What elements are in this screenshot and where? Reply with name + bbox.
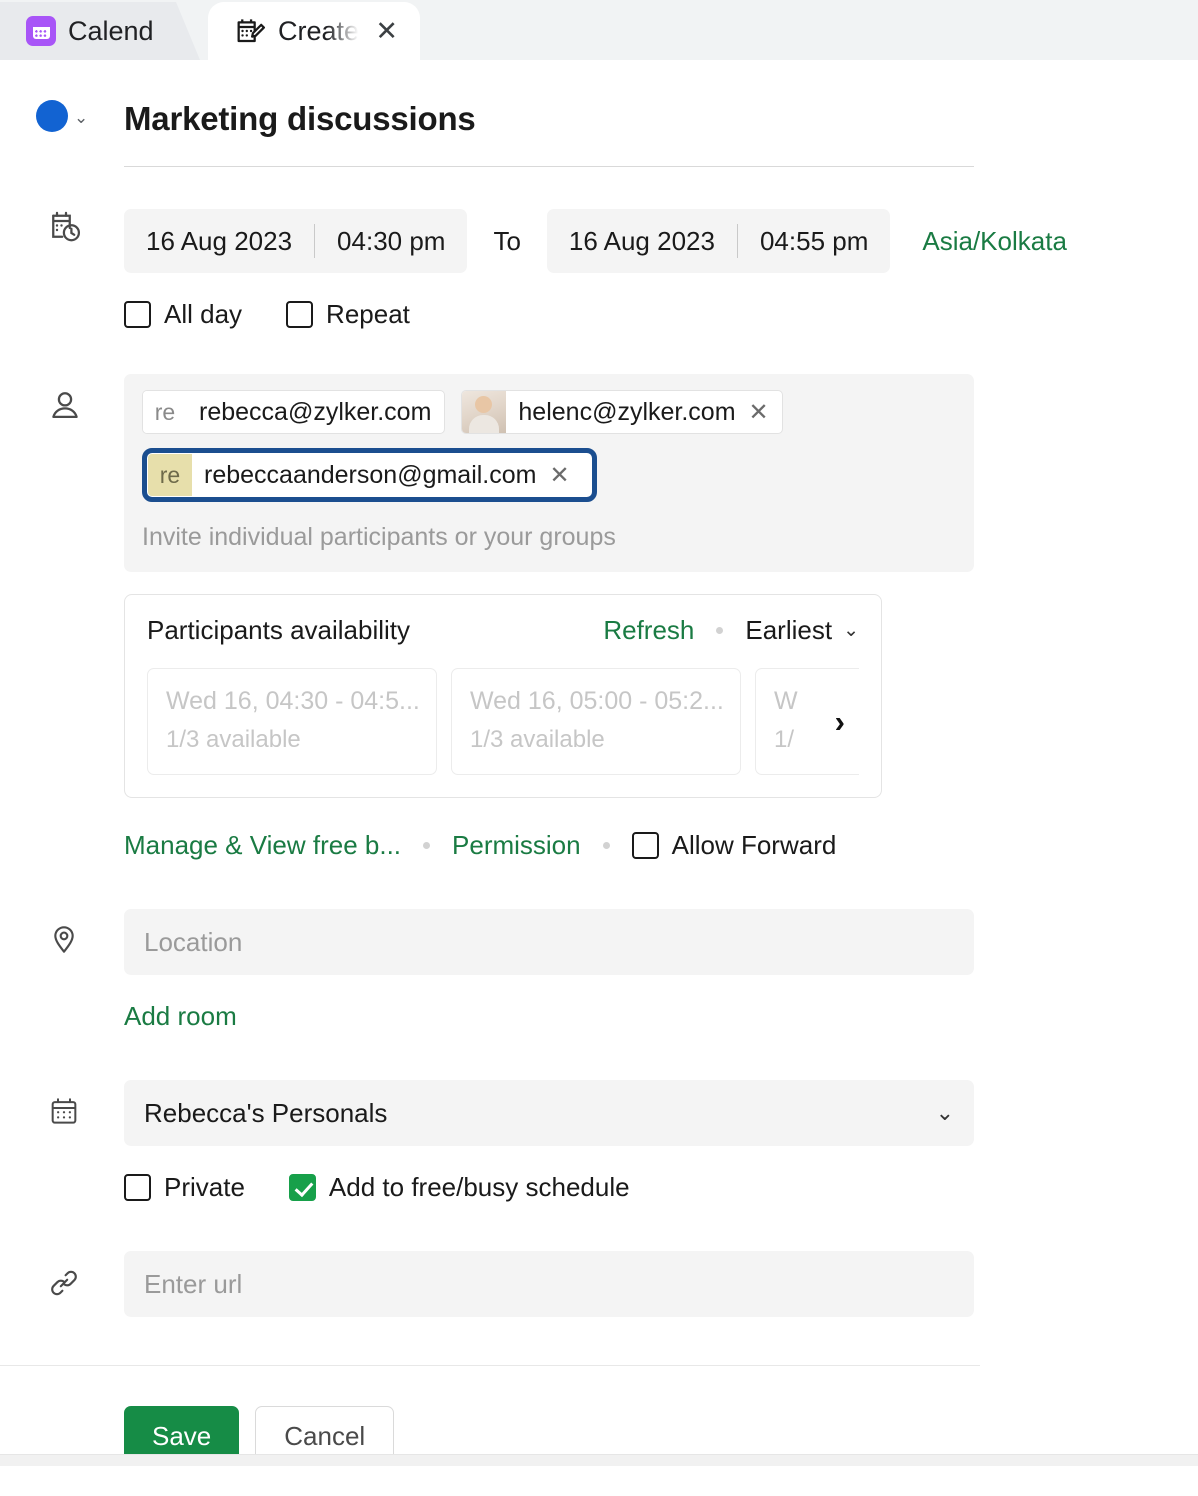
event-color-picker[interactable]: ⌄ [0,100,88,132]
checkbox-box-checked[interactable] [288,1174,316,1201]
availability-slot-list: Wed 16, 04:30 - 04:5... 1/3 available We… [147,668,859,775]
title-underline [124,166,974,167]
calendar-app-icon [26,16,56,46]
separator-dot [423,842,431,849]
slot-range: Wed 16, 05:00 - 05:2... [470,687,722,715]
browser-tab-label: Calend [68,15,154,46]
location-placeholder: Location [144,926,243,957]
checkbox-box[interactable] [631,832,659,859]
person-icon [48,388,82,427]
avatar: re [148,454,192,496]
checkbox-box[interactable] [124,301,151,328]
browser-tab-calendar[interactable]: Calend [0,2,200,60]
calendar-selected-value: Rebecca's Personals [144,1097,388,1128]
calendar-select[interactable]: Rebecca's Personals ⌄ [124,1080,974,1146]
calendar-row: Rebecca's Personals ⌄ Private Add to fre… [0,1080,1198,1203]
url-input[interactable]: Enter url [124,1251,974,1317]
calendar-icon [48,1096,80,1133]
browser-tab-label-wrap: Create E [278,15,362,47]
participant-chip-selected[interactable]: re rebeccaanderson@gmail.com ✕ [142,448,597,502]
separator-dot [716,627,724,634]
location-input[interactable]: Location [124,909,974,975]
manage-view-free-busy-link[interactable]: Manage & View free b... [124,830,401,861]
event-title-row: ⌄ Marketing discussions [0,100,1198,167]
private-label: Private [164,1172,245,1202]
url-placeholder: Enter url [144,1268,243,1299]
participant-chip[interactable]: re rebecca@zylker.com [142,390,446,434]
availability-slot[interactable]: Wed 16, 05:00 - 05:2... 1/3 available [451,668,741,775]
remove-participant-icon[interactable]: ✕ [549,461,582,490]
repeat-label: Repeat [326,299,410,329]
event-title-input[interactable]: Marketing discussions [124,100,1168,150]
start-datetime-field[interactable]: 16 Aug 2023 04:30 pm [124,209,468,273]
participant-email: helenc@zylker.com [518,397,736,426]
slot-range: Wed 16, 04:30 - 04:5... [166,687,418,715]
create-event-icon [234,15,266,47]
location-row: Location Add room [0,909,1198,1032]
permission-link[interactable]: Permission [452,830,581,861]
availability-slot[interactable]: Wed 16, 04:30 - 04:5... 1/3 available [147,668,437,775]
browser-tab-label: Create E [278,15,361,46]
next-slots-chevron-icon[interactable]: › [835,704,845,740]
chevron-down-icon: ⌄ [843,620,859,641]
create-event-form: ⌄ Marketing discussions 16 Aug 2023 04:3… [0,100,1198,1466]
end-date-input[interactable]: 16 Aug 2023 [547,226,737,257]
participant-email: rebecca@zylker.com [199,397,432,426]
participants-box[interactable]: re rebecca@zylker.com helenc@zylker.com … [124,374,974,572]
event-meta-links: Manage & View free b... Permission Allow… [124,830,1168,861]
checkbox-box[interactable] [286,301,314,328]
availability-title: Participants availability [147,615,411,645]
event-schedule-row: 16 Aug 2023 04:30 pm To 16 Aug 2023 04:5… [0,209,1198,330]
availability-sort-dropdown[interactable]: Earliest ⌄ [745,615,859,646]
event-color-dot[interactable] [36,100,68,132]
schedule-options: All day Repeat [124,299,1168,330]
browser-tab-strip: Calend Create E ✕ [0,0,1198,60]
start-time-input[interactable]: 04:30 pm [315,226,467,257]
participants-input[interactable]: Invite individual participants or your g… [142,523,956,552]
end-time-input[interactable]: 04:55 pm [738,226,890,257]
participant-chip[interactable]: helenc@zylker.com ✕ [461,390,783,434]
window-bottom-bar [0,1454,1198,1466]
participants-row: re rebecca@zylker.com helenc@zylker.com … [0,374,1198,861]
slot-availability: 1/3 available [470,726,605,753]
allow-forward-checkbox[interactable]: Allow Forward [631,830,837,861]
url-row: Enter url [0,1251,1198,1317]
add-room-link[interactable]: Add room [124,1001,237,1032]
link-icon [48,1267,80,1304]
availability-sort-label: Earliest [745,615,833,645]
calendar-options: Private Add to free/busy schedule [124,1172,1168,1203]
to-label: To [493,225,521,256]
location-pin-icon [48,923,80,960]
participant-email: rebeccaanderson@gmail.com [204,460,537,489]
form-footer: Save Cancel [0,1366,1198,1466]
private-checkbox[interactable]: Private [124,1172,245,1203]
close-icon[interactable]: ✕ [375,17,398,45]
participants-availability-card: Participants availability Refresh Earlie… [124,594,882,798]
avatar: re [143,391,187,433]
calendar-clock-icon [48,209,84,250]
refresh-availability-button[interactable]: Refresh [603,615,694,646]
all-day-checkbox[interactable]: All day [124,299,242,330]
free-busy-checkbox[interactable]: Add to free/busy schedule [288,1172,630,1203]
free-busy-label: Add to free/busy schedule [328,1172,630,1202]
availability-header: Participants availability Refresh Earlie… [147,615,859,646]
repeat-checkbox[interactable]: Repeat [286,299,410,330]
checkbox-box[interactable] [124,1174,151,1201]
browser-tab-create-event[interactable]: Create E ✕ [208,2,420,60]
chevron-down-icon[interactable]: ⌄ [936,1100,954,1126]
end-datetime-field[interactable]: 16 Aug 2023 04:55 pm [546,209,891,273]
slot-availability: 1/3 available [166,726,301,753]
chevron-down-icon[interactable]: ⌄ [74,108,88,128]
all-day-label: All day [164,299,243,329]
participant-chips: re rebecca@zylker.com helenc@zylker.com … [142,390,956,502]
avatar [462,391,507,433]
allow-forward-label: Allow Forward [671,830,837,860]
separator-dot [602,842,610,849]
timezone-link[interactable]: Asia/Kolkata [922,226,1067,257]
remove-participant-icon[interactable]: ✕ [749,398,782,427]
start-date-input[interactable]: 16 Aug 2023 [124,226,314,257]
